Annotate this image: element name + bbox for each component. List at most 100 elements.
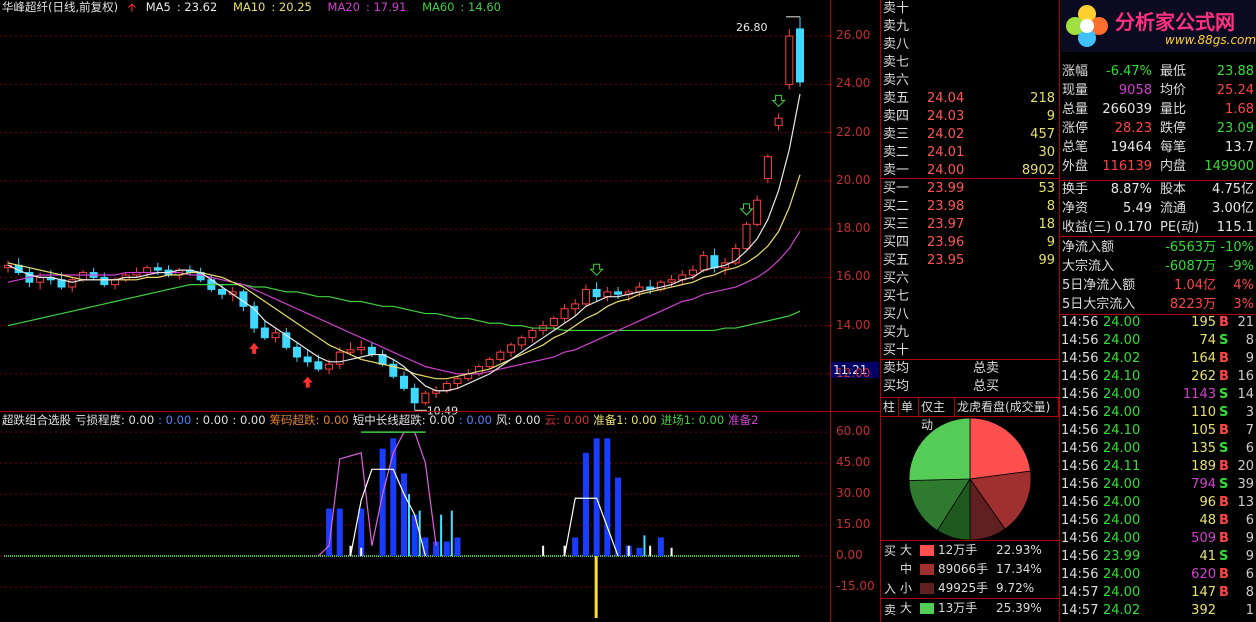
buy_book-label: 买五 bbox=[883, 253, 910, 268]
in-side-label: 入 bbox=[884, 582, 897, 596]
buy_book-row[interactable]: 买四 23.96 9 bbox=[881, 233, 1059, 252]
buy_book-volume: 53 bbox=[1038, 181, 1055, 196]
trade-row[interactable]: 14:56 24.00 1143 S 14 bbox=[1061, 386, 1256, 404]
up-arrow-icon: 🡩 bbox=[127, 0, 137, 14]
buy_book-label: 买七 bbox=[883, 289, 910, 304]
candle-body bbox=[517, 337, 526, 346]
trade-volume: 620 bbox=[1191, 567, 1216, 582]
trade-row[interactable]: 14:56 24.11 189 B 20 bbox=[1061, 458, 1256, 476]
stat-label: 内盘 bbox=[1160, 159, 1187, 174]
stat-row: 外盘 116139 内盘 149900 bbox=[1061, 157, 1256, 176]
stat-label: 量比 bbox=[1160, 102, 1187, 117]
sell_book-row[interactable]: 卖十 bbox=[881, 0, 1059, 18]
candle-body bbox=[603, 291, 612, 298]
sell_book-label: 卖九 bbox=[883, 19, 910, 34]
buy_book-row[interactable]: 买二 23.98 8 bbox=[881, 197, 1059, 216]
stat-value: 5.49 bbox=[1123, 201, 1152, 216]
trade-row[interactable]: 14:56 24.00 509 B 9 bbox=[1061, 530, 1256, 548]
trade-row[interactable]: 14:56 24.10 105 B 7 bbox=[1061, 422, 1256, 440]
indicator-cyan-bar bbox=[440, 514, 443, 557]
candle-body bbox=[421, 392, 430, 404]
stat-label: 股本 bbox=[1160, 182, 1187, 197]
tick-trades[interactable]: 14:56 24.00 195 B 21 14:56 24.00 74 S 8 14:56 24.02… bbox=[1061, 314, 1256, 622]
sell_book-volume: 9 bbox=[1046, 109, 1055, 124]
buy_book-row[interactable]: 买六 bbox=[881, 269, 1059, 288]
flow-label: 5日净流入额 bbox=[1062, 278, 1136, 293]
trade-time: 14:56 bbox=[1061, 549, 1099, 564]
trade-row[interactable]: 14:56 23.99 41 S 9 bbox=[1061, 548, 1256, 566]
trade-volume: 135 bbox=[1191, 441, 1216, 456]
trade-row[interactable]: 14:56 24.02 164 B 9 bbox=[1061, 350, 1256, 368]
trade-row[interactable]: 14:56 24.00 96 B 13 bbox=[1061, 494, 1256, 512]
sell_book-label: 卖四 bbox=[883, 109, 910, 124]
stat-row: 涨幅 -6.47% 最低 23.88 bbox=[1061, 62, 1256, 81]
buy_book-row[interactable]: 买八 bbox=[881, 305, 1059, 324]
tab-0[interactable]: 柱 bbox=[881, 398, 899, 416]
indicator-white-tick bbox=[627, 545, 630, 557]
buy_book-row[interactable]: 买九 bbox=[881, 323, 1059, 342]
flow-size-label: 小 bbox=[900, 581, 913, 595]
buy_book-row[interactable]: 买一 23.99 53 bbox=[881, 179, 1059, 198]
indicator-white-tick bbox=[542, 545, 545, 557]
sell_book-row[interactable]: 卖八 bbox=[881, 35, 1059, 54]
tab-3[interactable]: 龙虎看盘(成交量) bbox=[955, 398, 1059, 416]
buy_book-row[interactable]: 买五 23.95 99 bbox=[881, 251, 1059, 270]
sell_book-row[interactable]: 卖三 24.02 457 bbox=[881, 125, 1059, 144]
stat-value: 149900 bbox=[1204, 159, 1254, 174]
flow-size-label: 大 bbox=[900, 543, 913, 557]
indicator-cyan-bar bbox=[450, 510, 453, 557]
ma10-label: MA10: 20.25 bbox=[232, 0, 312, 14]
panel-divider-2 bbox=[1059, 0, 1060, 622]
indicator-bar bbox=[454, 537, 461, 557]
trade-row[interactable]: 14:56 24.00 110 S 3 bbox=[1061, 404, 1256, 422]
trade-volume: 41 bbox=[1199, 549, 1216, 564]
candle-body bbox=[111, 279, 120, 286]
trade-row[interactable]: 14:56 24.00 195 B 21 bbox=[1061, 314, 1256, 332]
trade-price: 24.02 bbox=[1103, 351, 1141, 366]
trade-row[interactable]: 14:56 24.00 794 S 39 bbox=[1061, 476, 1256, 494]
sell_book-row[interactable]: 卖二 24.01 30 bbox=[881, 143, 1059, 162]
indicator-legend-item: 短中长线超跌: 0.00 bbox=[352, 413, 455, 427]
trade-count: 16 bbox=[1237, 369, 1254, 384]
candle-body bbox=[68, 279, 77, 288]
candle-body bbox=[571, 303, 580, 310]
trade-row[interactable]: 14:56 24.00 74 S 8 bbox=[1061, 332, 1256, 350]
sell_book-row[interactable]: 卖六 bbox=[881, 71, 1059, 90]
candle-body bbox=[410, 387, 419, 404]
sell_book-row[interactable]: 卖四 24.03 9 bbox=[881, 107, 1059, 126]
sell_book-row[interactable]: 卖七 bbox=[881, 53, 1059, 72]
buy_book-row[interactable]: 买三 23.97 18 bbox=[881, 215, 1059, 234]
stat-label: 换手 bbox=[1062, 182, 1089, 197]
indicator-bar bbox=[636, 547, 643, 557]
trade-row[interactable]: 14:57 24.00 147 B 8 bbox=[1061, 584, 1256, 602]
sell_book-row[interactable]: 卖五 24.04 218 bbox=[881, 89, 1059, 108]
price-tick: 18.00 bbox=[836, 221, 871, 236]
kline-chart[interactable]: 26.8010.49 bbox=[0, 0, 880, 622]
pie-slice bbox=[969, 417, 1031, 480]
trade-row[interactable]: 14:57 24.02 392 1 bbox=[1061, 602, 1256, 620]
indicator-bar bbox=[572, 537, 579, 557]
trade-price: 24.00 bbox=[1103, 387, 1141, 402]
chart-axis-divider bbox=[830, 0, 831, 622]
buy_book-row[interactable]: 买七 bbox=[881, 287, 1059, 306]
stat-label: 流通 bbox=[1160, 201, 1187, 216]
trade-row[interactable]: 14:56 24.00 48 B 6 bbox=[1061, 512, 1256, 530]
tab-1[interactable]: 单 bbox=[899, 398, 919, 416]
stat-label: 最低 bbox=[1160, 64, 1187, 79]
trade-row[interactable]: 14:56 24.00 135 S 6 bbox=[1061, 440, 1256, 458]
trade-price: 24.00 bbox=[1103, 531, 1141, 546]
trade-price: 24.10 bbox=[1103, 369, 1141, 384]
candle-body bbox=[528, 329, 537, 339]
trade-time: 14:56 bbox=[1061, 567, 1099, 582]
candle-body bbox=[346, 349, 355, 353]
trade-volume: 110 bbox=[1191, 405, 1216, 420]
trade-count: 7 bbox=[1245, 423, 1254, 438]
sell_book-row[interactable]: 卖九 bbox=[881, 17, 1059, 36]
flow-percent: 17.34% bbox=[996, 562, 1042, 576]
buy_book-row[interactable]: 买十 bbox=[881, 341, 1059, 360]
tab-2[interactable]: 仅主动 bbox=[919, 398, 955, 432]
trade-row[interactable]: 14:56 24.10 262 B 16 bbox=[1061, 368, 1256, 386]
candle-body bbox=[357, 346, 366, 351]
indicator-legend-item: 超跌组合选股 bbox=[2, 413, 71, 427]
trade-row[interactable]: 14:56 24.00 620 B 6 bbox=[1061, 566, 1256, 584]
